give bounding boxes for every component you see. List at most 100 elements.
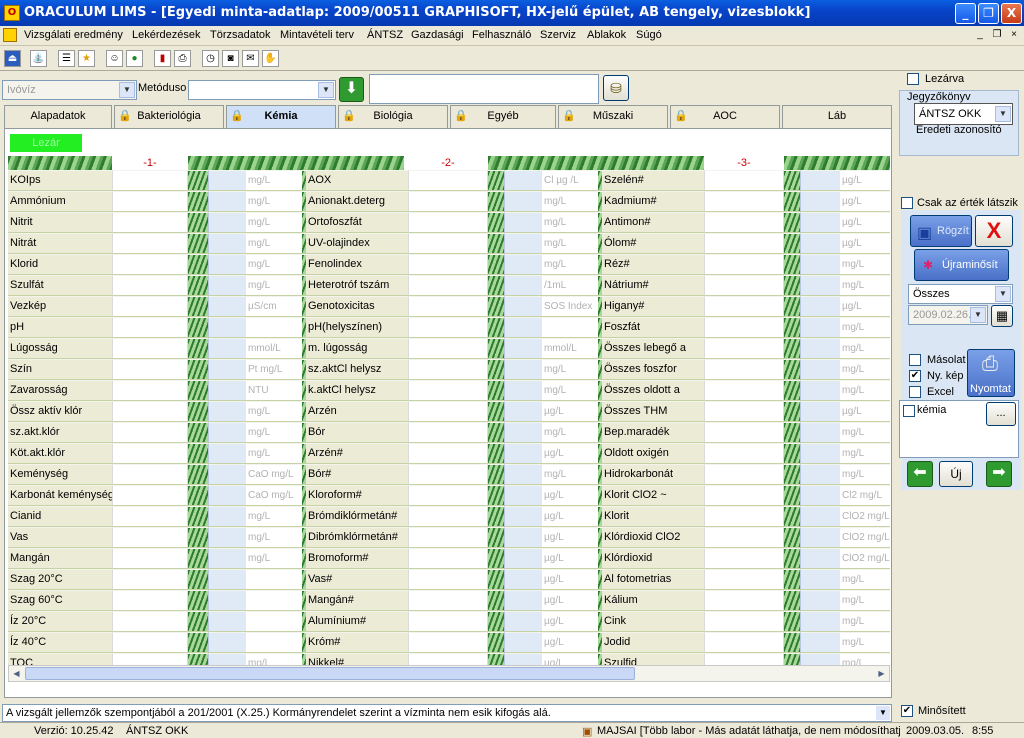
limit-cell[interactable]: [800, 191, 840, 212]
minimize-button[interactable]: _: [955, 3, 976, 24]
menu-mintavételi-terv[interactable]: Mintavételi terv: [280, 29, 354, 41]
limit-cell[interactable]: [800, 569, 840, 590]
people-icon[interactable]: ☺: [106, 50, 123, 67]
menu-torzsadatok[interactable]: Törzsadatok: [210, 29, 271, 41]
result-input[interactable]: [408, 317, 488, 338]
mdi-close-button[interactable]: ×: [1007, 28, 1021, 42]
limit-cell[interactable]: [504, 485, 542, 506]
limit-cell[interactable]: [504, 401, 542, 422]
result-input[interactable]: [408, 590, 488, 611]
result-input[interactable]: [408, 443, 488, 464]
menu-szerviz[interactable]: Szerviz: [540, 29, 576, 41]
result-input[interactable]: [112, 422, 188, 443]
menu-sugo[interactable]: Súgó: [636, 29, 662, 41]
masolat-checkbox[interactable]: [909, 354, 921, 366]
limit-cell[interactable]: [800, 527, 840, 548]
limit-cell[interactable]: [800, 611, 840, 632]
result-input[interactable]: [704, 191, 784, 212]
result-input[interactable]: [408, 506, 488, 527]
result-input[interactable]: [704, 464, 784, 485]
method-select[interactable]: ▼: [188, 80, 336, 100]
chevron-down-icon[interactable]: ▼: [876, 706, 890, 720]
result-input[interactable]: [704, 170, 784, 191]
tab-biologia[interactable]: 🔒 Biológia: [338, 105, 448, 128]
result-input[interactable]: [112, 233, 188, 254]
clock-icon[interactable]: ◷: [202, 50, 219, 67]
limit-cell[interactable]: [800, 212, 840, 233]
chevron-down-icon[interactable]: ▼: [995, 286, 1011, 302]
limit-cell[interactable]: [800, 170, 840, 191]
arrow-down-icon[interactable]: ⬇: [339, 77, 364, 102]
limit-cell[interactable]: [800, 590, 840, 611]
note-box[interactable]: [369, 74, 599, 104]
result-input[interactable]: [704, 590, 784, 611]
limit-cell[interactable]: [800, 254, 840, 275]
limit-cell[interactable]: [208, 548, 246, 569]
jegyzokonyv-select[interactable]: ÁNTSZ OKK ▼: [914, 103, 1013, 125]
limit-cell[interactable]: [208, 464, 246, 485]
arrow-left-icon[interactable]: ⬅: [907, 461, 933, 487]
sample-icon[interactable]: ⛲: [30, 50, 47, 67]
limit-cell[interactable]: [208, 212, 246, 233]
limit-cell[interactable]: [800, 548, 840, 569]
menu-gazdasagi[interactable]: Gazdasági: [411, 29, 464, 41]
result-input[interactable]: [112, 254, 188, 275]
result-input[interactable]: [112, 359, 188, 380]
tab-muszaki[interactable]: 🔒 Műszaki: [558, 105, 668, 128]
limit-cell[interactable]: [504, 611, 542, 632]
result-input[interactable]: [408, 296, 488, 317]
result-input[interactable]: [408, 632, 488, 653]
limit-cell[interactable]: [504, 212, 542, 233]
result-input[interactable]: [112, 338, 188, 359]
limit-cell[interactable]: [208, 233, 246, 254]
ny-kep-checkbox[interactable]: ✔: [909, 370, 921, 382]
scroll-thumb[interactable]: [25, 667, 635, 680]
result-input[interactable]: [704, 506, 784, 527]
result-input[interactable]: [112, 611, 188, 632]
limit-cell[interactable]: [800, 338, 840, 359]
result-input[interactable]: [112, 569, 188, 590]
result-input[interactable]: [704, 380, 784, 401]
minositett-checkbox[interactable]: ✔: [901, 705, 913, 717]
limit-cell[interactable]: [208, 569, 246, 590]
result-input[interactable]: [408, 380, 488, 401]
arrow-right-icon[interactable]: ➡: [986, 461, 1012, 487]
limit-cell[interactable]: [504, 338, 542, 359]
result-input[interactable]: [704, 611, 784, 632]
limit-cell[interactable]: [504, 548, 542, 569]
result-input[interactable]: [112, 317, 188, 338]
sample-type-select[interactable]: Ivóvíz ▼: [2, 80, 137, 100]
limit-cell[interactable]: [504, 590, 542, 611]
result-input[interactable]: [408, 569, 488, 590]
chart-icon[interactable]: ▮: [154, 50, 171, 67]
result-input[interactable]: [704, 233, 784, 254]
globe-icon[interactable]: ●: [126, 50, 143, 67]
result-input[interactable]: [704, 212, 784, 233]
chevron-down-icon[interactable]: ▼: [318, 82, 334, 98]
result-input[interactable]: [704, 485, 784, 506]
mdi-app-icon[interactable]: [3, 28, 17, 42]
result-input[interactable]: [704, 527, 784, 548]
limit-cell[interactable]: [208, 338, 246, 359]
limit-cell[interactable]: [504, 275, 542, 296]
result-input[interactable]: [408, 401, 488, 422]
limit-cell[interactable]: [504, 527, 542, 548]
limit-cell[interactable]: [800, 401, 840, 422]
result-input[interactable]: [408, 527, 488, 548]
camera-icon[interactable]: ◙: [222, 50, 239, 67]
star-icon[interactable]: ★: [78, 50, 95, 67]
close-button[interactable]: X: [1001, 3, 1022, 24]
tab-aoc[interactable]: 🔒 AOC: [670, 105, 780, 128]
document-icon[interactable]: ☰: [58, 50, 75, 67]
result-input[interactable]: [408, 275, 488, 296]
limit-cell[interactable]: [800, 464, 840, 485]
result-input[interactable]: [408, 485, 488, 506]
mail-icon[interactable]: ✉: [242, 50, 259, 67]
scroll-right-icon[interactable]: ▶: [875, 667, 888, 680]
limit-cell[interactable]: [208, 401, 246, 422]
ujraminosit-button[interactable]: ✱ Újraminősít: [914, 249, 1009, 281]
tab-lab[interactable]: Láb: [782, 105, 892, 128]
limit-cell[interactable]: [208, 632, 246, 653]
result-input[interactable]: [408, 338, 488, 359]
result-input[interactable]: [408, 233, 488, 254]
